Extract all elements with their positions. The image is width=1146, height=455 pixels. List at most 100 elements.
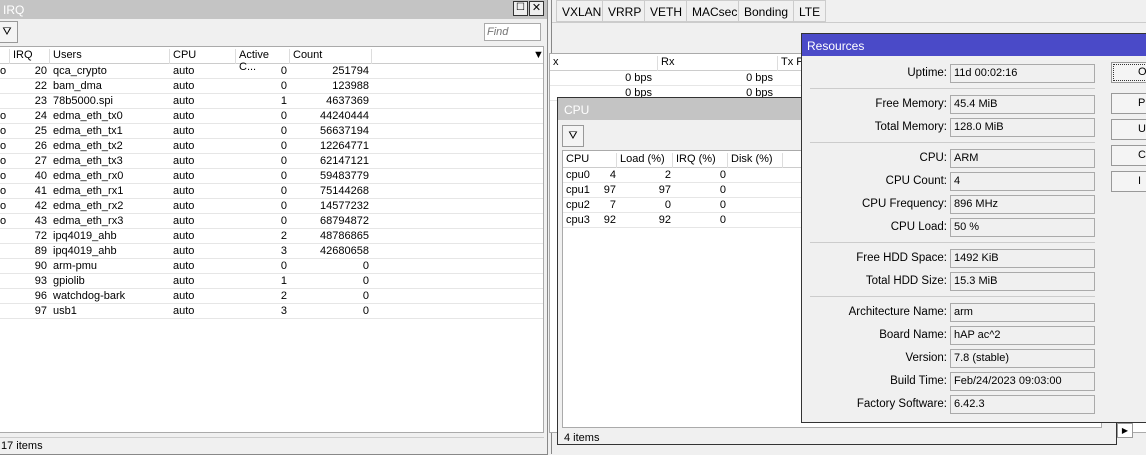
total-hdd-size-label: Total HDD Size: xyxy=(865,275,947,287)
active-cpu: 0 xyxy=(280,125,287,137)
active-cpu: 1 xyxy=(280,275,287,287)
tab-macsec[interactable]: MACsec xyxy=(686,0,744,22)
users: edma_eth_tx0 xyxy=(53,110,123,122)
free-hdd-space-label: Free HDD Space: xyxy=(856,252,947,264)
divider xyxy=(810,242,1095,243)
irq-title-bar[interactable]: IRQ xyxy=(0,0,547,19)
irq-percent: 2 xyxy=(664,169,671,181)
close-button[interactable]: ✕ xyxy=(529,1,544,16)
find-input[interactable] xyxy=(484,23,541,41)
table-row[interactable]: o 24 edma_eth_tx0 auto 0 44240444 xyxy=(0,109,543,124)
disk-percent: 0 xyxy=(719,214,726,226)
count: 56637194 xyxy=(320,125,369,137)
col-users[interactable]: Users xyxy=(50,49,170,64)
col-active[interactable]: Active C... xyxy=(236,49,290,73)
cpu: auto xyxy=(173,290,195,302)
cpu-label: CPU: xyxy=(919,152,947,164)
cpu: auto xyxy=(173,95,195,107)
button-label: O xyxy=(1138,66,1146,78)
flag: o xyxy=(0,65,7,77)
col-load[interactable]: Load (%) xyxy=(617,153,673,168)
table-row[interactable]: o 20 qca_crypto auto 0 251794 xyxy=(0,64,543,79)
active-cpu: 0 xyxy=(280,155,287,167)
cpu: auto xyxy=(173,185,195,197)
table-row[interactable]: 72 ipq4019_ahb auto 2 48786865 xyxy=(0,229,543,244)
tab-vrrp[interactable]: VRRP xyxy=(602,0,648,22)
col-tx[interactable]: x xyxy=(550,56,658,71)
users: edma_eth_rx0 xyxy=(53,170,124,182)
resources-button[interactable]: O xyxy=(1111,62,1146,83)
col-irq[interactable]: IRQ (%) xyxy=(673,153,728,168)
table-row[interactable]: o 26 edma_eth_tx2 auto 0 12264771 xyxy=(0,139,543,154)
irq-number: 72 xyxy=(34,230,47,242)
tab-veth[interactable]: VETH xyxy=(644,0,689,22)
count: 14577232 xyxy=(320,200,369,212)
resources-button[interactable]: I xyxy=(1111,171,1146,192)
filter-button[interactable]: ⛛ xyxy=(0,21,18,43)
table-row[interactable]: o 42 edma_eth_rx2 auto 0 14577232 xyxy=(0,199,543,214)
users: edma_eth_rx3 xyxy=(53,215,124,227)
version-field: 7.8 (stable) xyxy=(950,349,1095,368)
col-cpu[interactable]: CPU xyxy=(170,49,236,64)
cpu-count-label: CPU Count: xyxy=(885,175,947,187)
active-cpu: 2 xyxy=(280,230,287,242)
button-label: C xyxy=(1138,149,1146,161)
table-row[interactable]: o 40 edma_eth_rx0 auto 0 59483779 xyxy=(0,169,543,184)
cpu-name: cpu1 xyxy=(566,184,590,196)
table-row[interactable]: 93 gpiolib auto 1 0 xyxy=(0,274,543,289)
resources-button[interactable]: P xyxy=(1111,93,1146,114)
table-row[interactable]: 97 usb1 auto 3 0 xyxy=(0,304,543,319)
total-hdd-size-field: 15.3 MiB xyxy=(950,272,1095,291)
irq-table-header: IRQ Users CPU Active C... Count ▼ xyxy=(0,47,543,73)
tab-bonding[interactable]: Bonding xyxy=(738,0,795,22)
total-memory-label: Total Memory: xyxy=(874,121,947,133)
irq-status-bar: 17 items xyxy=(0,437,544,454)
table-row[interactable]: 90 arm-pmu auto 0 0 xyxy=(0,259,543,274)
cpu-frequency-label: CPU Frequency: xyxy=(861,198,947,210)
cpu: auto xyxy=(173,215,195,227)
table-row[interactable]: 89 ipq4019_ahb auto 3 42680658 xyxy=(0,244,543,259)
table-row[interactable]: 23 78b5000.spi auto 1 4637369 xyxy=(0,94,543,109)
button-label: I xyxy=(1138,175,1142,187)
tab-lte[interactable]: LTE xyxy=(793,0,827,22)
users: watchdog-bark xyxy=(53,290,126,302)
table-row[interactable]: o 27 edma_eth_tx3 auto 0 62147121 xyxy=(0,154,543,169)
resources-title-bar[interactable]: Resources xyxy=(802,34,1146,56)
free-hdd-space-field: 1492 KiB xyxy=(950,249,1095,268)
flag: o xyxy=(0,125,7,137)
board-name-label: Board Name: xyxy=(879,329,947,341)
filter-button[interactable]: ⛛ xyxy=(562,125,584,147)
resources-window: Resources Uptime: 11d 00:02:16 Free Memory… xyxy=(801,33,1146,423)
active-cpu: 0 xyxy=(280,200,287,212)
cpu: auto xyxy=(173,155,195,167)
load: 92 xyxy=(603,214,616,226)
irq-table: IRQ Users CPU Active C... Count ▼ o 20 qca… xyxy=(0,46,544,433)
cpu: auto xyxy=(173,200,195,212)
table-row[interactable]: 22 bam_dma auto 0 123988 xyxy=(0,79,543,94)
cpu-name: cpu3 xyxy=(566,214,590,226)
tab-vxlan[interactable]: VXLAN xyxy=(556,0,608,22)
col-count[interactable]: Count xyxy=(290,49,372,64)
users: edma_eth_tx1 xyxy=(53,125,123,137)
version-label: Version: xyxy=(905,352,947,364)
architecture-name-field: arm xyxy=(950,303,1095,322)
scroll-right-button[interactable]: ▶ xyxy=(1117,423,1133,438)
factory-software-label: Factory Software: xyxy=(856,398,947,410)
column-menu-icon[interactable]: ▼ xyxy=(530,49,543,64)
build-time-field: Feb/24/2023 09:03:00 xyxy=(950,372,1095,391)
table-row[interactable]: o 25 edma_eth_tx1 auto 0 56637194 xyxy=(0,124,543,139)
col-cpu[interactable]: CPU xyxy=(563,153,617,168)
table-row[interactable]: o 41 edma_eth_rx1 auto 0 75144268 xyxy=(0,184,543,199)
cpu: auto xyxy=(173,65,195,77)
col-irq[interactable]: IRQ xyxy=(10,49,50,64)
table-row[interactable]: o 43 edma_eth_rx3 auto 0 68794872 xyxy=(0,214,543,229)
table-row[interactable]: 96 watchdog-bark auto 2 0 xyxy=(0,289,543,304)
col-flag[interactable] xyxy=(0,49,10,64)
active-cpu: 0 xyxy=(280,170,287,182)
disk-percent: 0 xyxy=(719,184,726,196)
resources-button[interactable]: C xyxy=(1111,145,1146,166)
divider xyxy=(810,296,1095,297)
irq-number: 93 xyxy=(34,275,47,287)
resources-button[interactable]: U xyxy=(1111,119,1146,140)
maximize-button[interactable]: ☐ xyxy=(513,1,528,16)
